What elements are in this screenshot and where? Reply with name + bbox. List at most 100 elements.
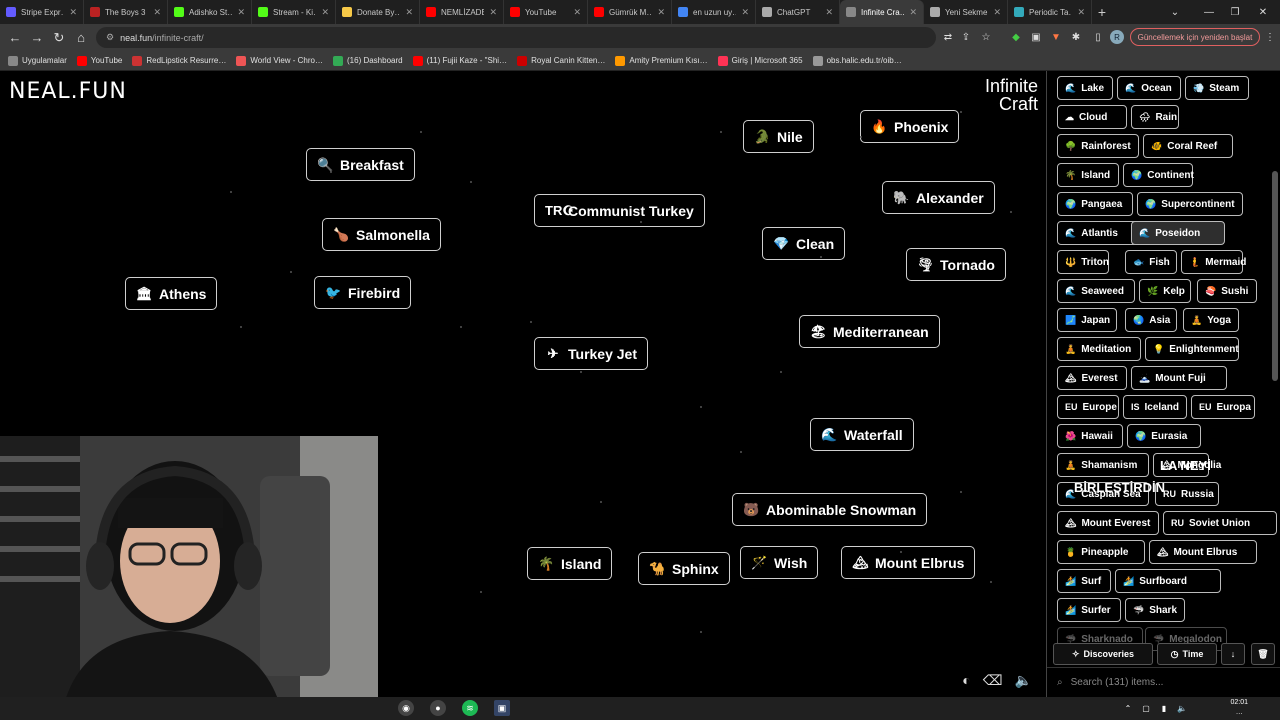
sidebar-item-surfer[interactable]: 🏄 Surfer xyxy=(1057,598,1121,622)
sidebar-item-asia[interactable]: 🌏 Asia xyxy=(1125,308,1177,332)
tray-volume-icon[interactable]: 🔈 xyxy=(1174,700,1190,716)
home-button[interactable]: ⌂ xyxy=(70,27,92,49)
close-window-button[interactable]: ✕ xyxy=(1246,0,1280,24)
bookmark-item[interactable]: obs.halic.edu.tr/oib… xyxy=(812,55,902,66)
sidebar-item-ocean[interactable]: 🌊 Ocean xyxy=(1117,76,1181,100)
canvas-item-nile[interactable]: 🐊 Nile xyxy=(743,120,814,153)
tab-close-icon[interactable]: ✕ xyxy=(573,7,581,18)
app-spotify-icon[interactable]: ≋ xyxy=(462,700,478,716)
sound-icon[interactable]: 🔈 xyxy=(1015,672,1032,689)
sidebar-item-pangaea[interactable]: 🌍 Pangaea xyxy=(1057,192,1133,216)
tab-close-icon[interactable]: ✕ xyxy=(489,7,497,18)
sidebar-item-supercontinent[interactable]: 🌍 Supercontinent xyxy=(1137,192,1243,216)
trash-button[interactable]: 🗑 xyxy=(1251,643,1275,665)
canvas-item-turkey-jet[interactable]: ✈ Turkey Jet xyxy=(534,337,648,370)
canvas-item-abominable-snowman[interactable]: 🐻 Abominable Snowman xyxy=(732,493,928,526)
extensions-puzzle-icon[interactable]: ✱ xyxy=(1068,28,1084,46)
sidebar-item-europa[interactable]: EU Europa xyxy=(1191,395,1255,419)
sidebar-item-steam[interactable]: 💨 Steam xyxy=(1185,76,1249,100)
sidebar-item-surf[interactable]: 🏄 Surf xyxy=(1057,569,1111,593)
tab-close-icon[interactable]: ✕ xyxy=(1077,7,1085,18)
sidebar-item-sushi[interactable]: 🍣 Sushi xyxy=(1197,279,1257,303)
sidebar-item-coral-reef[interactable]: 🐠 Coral Reef xyxy=(1143,134,1233,158)
browser-tab[interactable]: YouTube ✕ xyxy=(504,0,588,24)
canvas-item-firebird[interactable]: 🐦 Firebird xyxy=(314,276,412,309)
tab-close-icon[interactable]: ✕ xyxy=(909,7,917,18)
bookmark-item[interactable]: Amity Premium Kısı… xyxy=(615,55,708,66)
sidebar-item-meditation[interactable]: 🧘 Meditation xyxy=(1057,337,1141,361)
canvas-item-island[interactable]: 🌴 Island xyxy=(527,547,613,580)
canvas-item-phoenix[interactable]: 🔥 Phoenix xyxy=(860,110,960,143)
app-obs-icon[interactable]: ◉ xyxy=(398,700,414,716)
canvas-item-salmonella[interactable]: 🍗 Salmonella xyxy=(322,218,441,251)
forward-button[interactable]: → xyxy=(26,27,48,49)
sidebar-item-japan[interactable]: 🗾 Japan xyxy=(1057,308,1117,332)
sort-direction-button[interactable]: ↓ xyxy=(1221,643,1245,665)
sidebar-item-lake[interactable]: 🌊 Lake xyxy=(1057,76,1113,100)
bookmark-item[interactable]: (11) Fujii Kaze - "Shi… xyxy=(412,55,507,66)
browser-tab[interactable]: ChatGPT ✕ xyxy=(756,0,840,24)
canvas-item-tornado[interactable]: 🌪 Tornado xyxy=(906,248,1006,281)
tab-search-icon[interactable]: ⌄ xyxy=(1158,0,1192,24)
menu-kebab-icon[interactable]: ⋮ xyxy=(1262,28,1278,46)
sidebar-item-pineapple[interactable]: 🍍 Pineapple xyxy=(1057,540,1145,564)
tab-close-icon[interactable]: ✕ xyxy=(237,7,245,18)
translate-icon[interactable]: ⇄ xyxy=(940,28,956,46)
taskbar-clock[interactable]: 02:01 … xyxy=(1230,698,1248,718)
sidebar-item-yoga[interactable]: 🧘 Yoga xyxy=(1183,308,1239,332)
sidebar-item-atlantis[interactable]: 🌊 Atlantis xyxy=(1057,221,1139,245)
sidebar-item-kelp[interactable]: 🌿 Kelp xyxy=(1139,279,1191,303)
sidebar-item-soviet-union[interactable]: RU Soviet Union xyxy=(1163,511,1277,535)
browser-tab[interactable]: Infinite Cra… ✕ xyxy=(840,0,924,24)
browser-tab[interactable]: Yeni Sekme ✕ xyxy=(924,0,1008,24)
sidebar-item-continent[interactable]: 🌍 Continent xyxy=(1123,163,1194,187)
bookmark-item[interactable]: Giriş | Microsoft 365 xyxy=(717,55,803,66)
canvas-item-sphinx[interactable]: 🐪 Sphinx xyxy=(638,552,730,585)
sidebar-item-mount-fuji[interactable]: 🗻 Mount Fuji xyxy=(1131,366,1227,390)
sidebar-item-enlightenment[interactable]: 💡 Enlightenment xyxy=(1145,337,1239,361)
broom-clear-icon[interactable]: ⌫ xyxy=(983,672,1003,689)
sort-time-button[interactable]: ◷ Time xyxy=(1157,643,1217,665)
bookmark-item[interactable]: RedLipstick Resurre… xyxy=(132,55,226,66)
bookmark-star-icon[interactable]: ☆ xyxy=(978,28,994,46)
tab-close-icon[interactable]: ✕ xyxy=(825,7,833,18)
sidebar-item-fish[interactable]: 🐟 Fish xyxy=(1125,250,1177,274)
tab-close-icon[interactable]: ✕ xyxy=(741,7,749,18)
side-panel-icon[interactable]: ▯ xyxy=(1090,28,1106,46)
bookmark-item[interactable]: (16) Dashboard xyxy=(333,55,403,66)
browser-tab[interactable]: Gümrük M… ✕ xyxy=(588,0,672,24)
app-window-icon[interactable]: ▣ xyxy=(494,700,510,716)
url-bar[interactable]: ⚙ neal.fun/infinite-craft/ xyxy=(96,27,936,48)
tab-close-icon[interactable]: ✕ xyxy=(405,7,413,18)
bookmark-item[interactable]: YouTube xyxy=(76,55,122,66)
profile-avatar[interactable]: R xyxy=(1110,30,1124,44)
sidebar-item-surfboard[interactable]: 🏄 Surfboard xyxy=(1115,569,1221,593)
sidebar-item-rain[interactable]: 🌧 Rain xyxy=(1131,105,1179,129)
browser-tab[interactable]: Stripe Expr… ✕ xyxy=(0,0,84,24)
tab-close-icon[interactable]: ✕ xyxy=(321,7,329,18)
tray-chevron-icon[interactable]: ⌃ xyxy=(1120,700,1136,716)
canvas-item-alexander[interactable]: 🐘 Alexander xyxy=(882,181,995,214)
canvas-item-breakfast[interactable]: 🔍 Breakfast xyxy=(306,148,415,181)
sidebar-item-island[interactable]: 🌴 Island xyxy=(1057,163,1119,187)
sidebar-item-everest[interactable]: 🏔 Everest xyxy=(1057,366,1127,390)
sidebar-item-europe[interactable]: EU Europe xyxy=(1057,395,1119,419)
browser-tab[interactable]: Donate By… ✕ xyxy=(336,0,420,24)
canvas-item-communist-turkey[interactable]: TR☪ Communist Turkey xyxy=(534,194,705,227)
bookmark-item[interactable]: World View - Chro… xyxy=(236,55,323,66)
site-info-icon[interactable]: ⚙ xyxy=(106,32,114,43)
sidebar-item-eurasia[interactable]: 🌍 Eurasia xyxy=(1127,424,1201,448)
canvas-item-mount-elbrus[interactable]: 🏔 Mount Elbrus xyxy=(841,546,976,579)
sidebar-item-mermaid[interactable]: 🧜 Mermaid xyxy=(1181,250,1246,274)
canvas-item-wish[interactable]: 🪄 Wish xyxy=(740,546,819,579)
discoveries-button[interactable]: ✧ Discoveries xyxy=(1053,643,1153,665)
extension-shield-icon[interactable]: ◆ xyxy=(1008,28,1024,46)
tab-close-icon[interactable]: ✕ xyxy=(993,7,1001,18)
new-tab-button[interactable]: + xyxy=(1092,4,1112,20)
tab-close-icon[interactable]: ✕ xyxy=(153,7,161,18)
tab-close-icon[interactable]: ✕ xyxy=(657,7,665,18)
canvas-item-athens[interactable]: 🏛 Athens xyxy=(125,277,218,310)
back-button[interactable]: ← xyxy=(4,27,26,49)
browser-tab[interactable]: NEMLİZADE ✕ xyxy=(420,0,504,24)
sidebar-item-cloud[interactable]: ☁ Cloud xyxy=(1057,105,1127,129)
